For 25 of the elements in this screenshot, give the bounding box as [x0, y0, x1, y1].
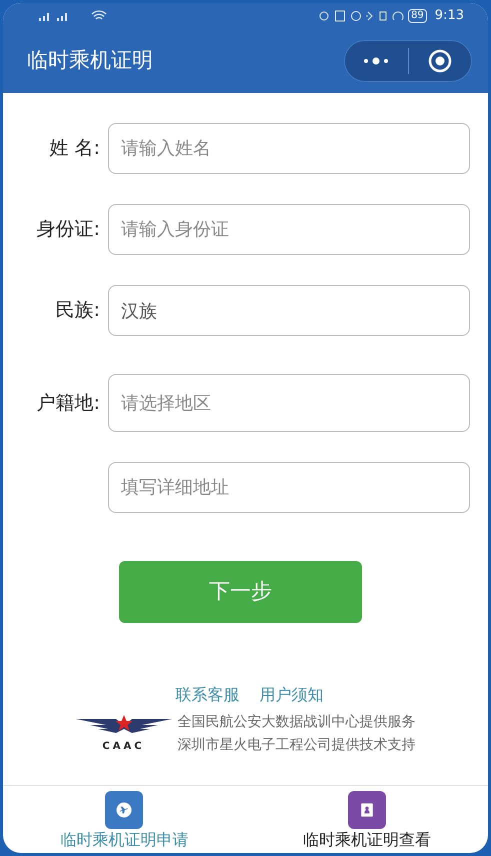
field-label: 民族: [56, 298, 100, 324]
input-field[interactable]: 请输入姓名 [108, 123, 470, 174]
credit-text: 全国民航公安大数据战训中心提供服务 [178, 713, 416, 732]
wifi-icon [91, 10, 107, 22]
footer-link[interactable]: 联系客服 [176, 683, 240, 707]
tab-item[interactable]: 临时乘机证明查看 [246, 786, 488, 853]
field-label: 身份证: [36, 217, 100, 242]
alarm-icon [350, 10, 362, 22]
clock-time: 9:13 [434, 7, 464, 26]
tab-item[interactable]: 临时乘机证明申请 [3, 786, 246, 853]
field-label: 户籍地: [36, 390, 100, 416]
more-icon[interactable] [362, 57, 390, 65]
input-field[interactable]: 汉族 [108, 285, 470, 336]
input-field[interactable]: 请选择地区 [108, 374, 470, 432]
footer-link[interactable]: 用户须知 [260, 683, 324, 707]
close-icon[interactable] [428, 49, 452, 73]
capsule-menu[interactable] [344, 40, 472, 82]
page-title: 临时乘机证明 [27, 47, 153, 74]
input-field[interactable]: 填写详细地址 [108, 462, 470, 513]
input-field[interactable]: 请输入身份证 [108, 204, 470, 255]
credit-text: 深圳市星火电子工程公司提供技术支持 [178, 736, 416, 755]
field-label: 姓 名: [50, 136, 100, 162]
battery-level: 89 [408, 9, 427, 23]
next-step-button[interactable]: 下一步 [119, 561, 362, 623]
logo-text: CAAC [102, 740, 145, 754]
